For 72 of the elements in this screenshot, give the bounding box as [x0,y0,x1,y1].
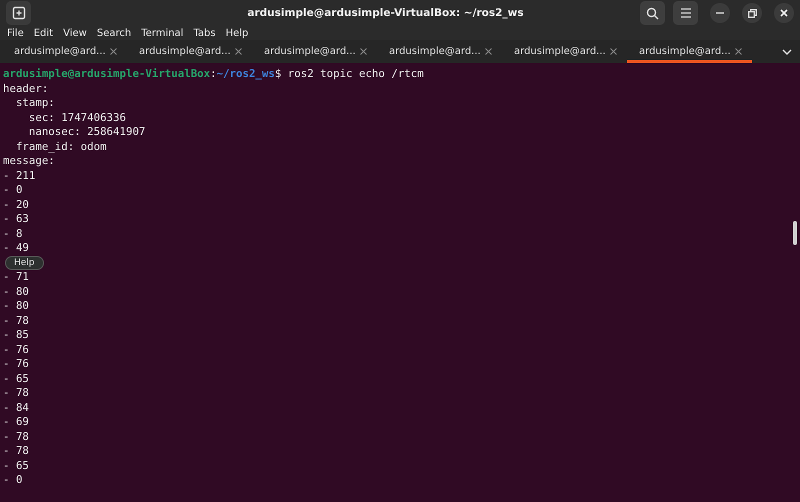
tab-label: ardusimple@ard... [389,46,481,58]
chevron-down-icon[interactable] [782,48,792,55]
help-tooltip: Help [5,256,44,270]
output-line: - 211 [3,168,36,183]
close-icon[interactable] [610,48,617,56]
tab-label: ardusimple@ard... [514,46,606,58]
output-line: - 0 [3,473,22,488]
close-icon[interactable] [485,48,492,56]
close-icon[interactable] [110,48,117,56]
menu-item[interactable]: Tabs [193,28,216,40]
output-line: - 78 [3,444,29,458]
tab-label: ardusimple@ard... [139,46,231,58]
output-line: - 0 [3,183,22,198]
output-line: - 65 [3,458,29,473]
menu-item[interactable]: File [7,28,24,40]
search-button[interactable] [640,1,665,26]
tab-label: ardusimple@ard... [639,46,731,58]
output-line: nanosec: 258641907 [28,125,146,140]
menu-icon [680,8,692,18]
output-line: - 80 [3,299,29,314]
output-line: stamp: [14,96,55,110]
prompt-user-host: ardusimple@ardusimple-VirtualBox [3,67,210,80]
menu-item[interactable]: Help [226,28,248,40]
output-line: - 78 [3,386,29,400]
close-icon[interactable] [735,48,742,56]
output-line: header: [3,82,48,96]
output-line: - 85 [3,328,29,342]
output-line: - 84 [3,400,29,415]
output-line: - 20 [3,198,29,212]
terminal-tab[interactable]: ardusimple@ard... [127,40,252,63]
output-line: - 8 [3,226,22,241]
output-line: - 49 [3,241,29,256]
close-icon[interactable] [235,48,242,56]
output-line: - 78 [3,314,29,328]
menu-item[interactable]: Terminal [141,28,184,40]
prompt-path: ~/ros2_ws [216,67,275,80]
close-button[interactable] [774,3,794,24]
menu-button[interactable] [673,1,698,26]
output-line: - 69 [3,415,29,430]
command-text: $ ros2 topic echo /rtcm [274,67,424,80]
output-line: - 76 [3,357,29,372]
menu-item[interactable]: Edit [34,28,54,40]
minimize-button[interactable] [710,3,730,24]
tab-label: ardusimple@ard... [14,46,106,58]
terminal-tab[interactable]: ardusimple@ard... [377,40,502,63]
output-line: - 65 [3,372,29,386]
scrollbar-thumb[interactable] [793,221,797,245]
output-line: sec: 1747406336 [28,110,126,125]
close-icon [780,9,788,18]
output-line: - 76 [3,342,29,357]
minimize-icon [716,12,724,14]
prompt-separator: : [210,67,217,80]
output-line: - 80 [3,284,29,299]
window-title: ardusimple@ardusimple-VirtualBox: ~/ros2_ws [246,7,525,20]
terminal-tab[interactable]: ardusimple@ard... [502,40,627,63]
restore-button[interactable] [742,3,762,24]
new-tab-button[interactable] [6,1,31,26]
menu-item[interactable]: Search [96,28,132,40]
restore-icon [748,8,756,18]
close-icon[interactable] [360,48,367,56]
menu-item[interactable]: View [63,28,87,40]
output-line: - 71 [3,270,29,284]
search-icon [646,6,659,20]
output-line: - 78 [3,430,29,444]
tab-label: ardusimple@ard... [264,46,356,58]
output-line: message: [3,154,55,168]
terminal-tab[interactable]: ardusimple@ard... [627,40,752,63]
terminal-tab[interactable]: ardusimple@ard... [252,40,377,63]
terminal-tab[interactable]: ardusimple@ard... [2,40,127,63]
new-tab-icon [12,6,26,20]
output-line: - 63 [3,212,29,226]
output-line: frame_id: odom [14,140,107,154]
